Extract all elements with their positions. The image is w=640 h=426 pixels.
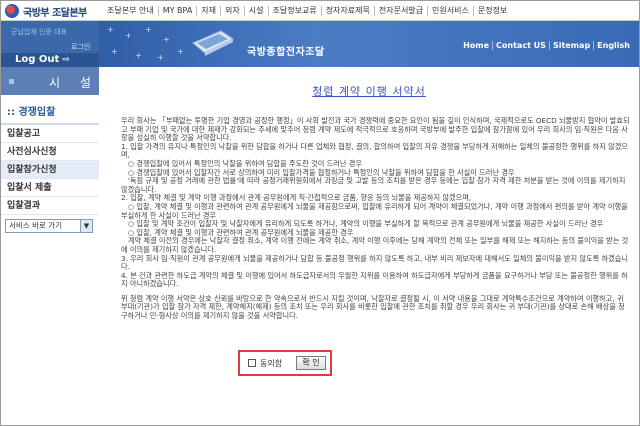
site-banner: + + + + + + + + 국방종합전자조달 Home Contact US…	[99, 21, 639, 67]
site-name: 국방종합전자조달	[247, 47, 325, 58]
decor-plus-icon: +	[177, 47, 184, 56]
sidebar-item-prequalification[interactable]: 사전심사신청	[1, 143, 99, 161]
pledge-paragraph: 계약 체결 이전의 경우에는 낙찰자 결정 취소, 계약 이행 전에는 계약 취…	[121, 236, 629, 254]
sidebar-item-bid-notice[interactable]: 입찰공고	[1, 125, 99, 143]
agree-label[interactable]: 동의함	[260, 358, 282, 369]
section-bullet-icon	[9, 79, 14, 84]
top-nav-item[interactable]: 자재	[196, 6, 220, 16]
chevron-down-icon[interactable]: ▼	[80, 220, 92, 232]
top-nav-item[interactable]: MY BPA	[157, 6, 197, 16]
decor-plus-icon: +	[163, 35, 170, 44]
sidebar-item-bid-results[interactable]: 입찰결과	[1, 197, 99, 215]
browser-frame: 국방부 조달본부 조달본부 안내 MY BPA 자재 외자 시설 조달정보교류 …	[0, 0, 640, 426]
logout-icon: ⇨	[62, 55, 70, 65]
top-nav-item[interactable]: 시설	[243, 6, 268, 16]
decor-plus-icon: +	[145, 25, 152, 34]
agreement-box: 동의함 확 인	[238, 350, 332, 376]
pledge-text: 우리 회사는 「부패없는 투명한 기업 경영과 공정한 행정」이 사회 발전과 …	[121, 116, 631, 321]
login-box: 군납업체 인증 대표 로그인 Log Out ⇨	[1, 21, 99, 67]
decor-plus-icon: +	[125, 31, 132, 40]
section-title-text: 시 설	[49, 76, 99, 90]
pledge-paragraph: ○ 입찰, 계약 체결 및 이행과 관련하여 관계 공무원에게 뇌물을 제공함으…	[121, 201, 630, 220]
sidebar-item-bid-application[interactable]: 입찰참가신청	[1, 161, 99, 179]
logout-button[interactable]: Log Out ⇨	[1, 53, 99, 67]
banner-link-home[interactable]: Home	[460, 41, 492, 50]
agency-logo[interactable]: 국방부 조달본부	[5, 3, 99, 19]
section-title: 시 설	[1, 67, 99, 95]
left-sidebar: 군납업체 인증 대표 로그인 Log Out ⇨ 시 설 :: 경쟁입찰 입찰공고…	[1, 21, 99, 425]
main-content: 청렴 계약 이행 서약서 우리 회사는 「부패없는 투명한 기업 경영과 공정한…	[99, 67, 639, 425]
login-company-text: 군납업체 인증 대표	[11, 28, 67, 36]
pledge-paragraph: 3. 우리 회사 임·직원이 관계 공무원에게 뇌물을 제공하거나 담합 등 불…	[121, 253, 629, 272]
decor-plus-icon: +	[157, 53, 164, 62]
top-nav: 조달본부 안내 MY BPA 자재 외자 시설 조달정보교류 정자자료제목 전자…	[103, 1, 511, 21]
device-illustration-icon	[192, 30, 234, 56]
ministry-emblem-icon	[5, 4, 19, 18]
top-nav-item[interactable]: 조달본부 안내	[103, 6, 158, 16]
menu-heading-text: :: 경쟁입찰	[7, 107, 56, 118]
banner-link-contact[interactable]: Contact US	[492, 41, 549, 50]
banner-nav: Home Contact US Sitemap English	[460, 41, 633, 50]
sidebar-item-bid-submission[interactable]: 입찰서 제출	[1, 179, 99, 197]
login-status-text: 로그인	[71, 43, 91, 51]
agree-checkbox[interactable]	[248, 359, 256, 367]
top-nav-item[interactable]: 전자문서발급	[373, 6, 427, 16]
top-nav-item[interactable]: 민원서비스	[427, 6, 473, 16]
top-nav-item[interactable]: 정자자료제목	[320, 6, 374, 16]
decor-plus-icon: +	[135, 51, 142, 60]
decor-plus-icon: +	[111, 47, 118, 56]
top-nav-item[interactable]: 외자	[220, 6, 244, 16]
confirm-button[interactable]: 확 인	[296, 356, 326, 370]
document-title: 청렴 계약 이행 서약서	[312, 85, 426, 98]
pledge-paragraph: 1. 입찰 가격의 유지나 특정인의 낙찰을 위한 담합을 하거나 다른 업체와…	[121, 141, 629, 160]
service-shortcut-value: 서비스 바로 가기	[9, 221, 63, 230]
pledge-conclusion: 위 청렴 계약 이행 서약은 상호 신뢰를 바탕으로 한 약속으로서 반드시 지…	[121, 293, 626, 321]
pledge-paragraph: '독점 규제 및 공정 거래에 관한 법률'에 따라 공정거래위원회에서 과징금…	[121, 176, 628, 194]
menu-heading: :: 경쟁입찰	[1, 95, 99, 125]
decor-plus-icon: +	[107, 25, 114, 34]
pledge-paragraph: 우리 회사는 「부패없는 투명한 기업 경영과 공정한 행정」이 사회 발전과 …	[121, 116, 630, 143]
top-nav-item[interactable]: 조달정보교류	[267, 6, 321, 16]
logout-label: Log Out	[15, 54, 60, 65]
banner-link-sitemap[interactable]: Sitemap	[548, 41, 593, 50]
agency-name: 국방부 조달본부	[23, 7, 87, 19]
top-nav-item[interactable]: 문정정보	[472, 6, 511, 16]
pledge-paragraph: 4. 본 건과 관련한 하도급 계약의 체결 및 이행에 있어서 하도급자로서의…	[121, 270, 628, 289]
top-bar: 국방부 조달본부 조달본부 안내 MY BPA 자재 외자 시설 조달정보교류 …	[1, 1, 639, 21]
service-shortcut-select[interactable]: 서비스 바로 가기 ▼	[5, 219, 93, 233]
banner-link-english[interactable]: English	[593, 41, 633, 50]
